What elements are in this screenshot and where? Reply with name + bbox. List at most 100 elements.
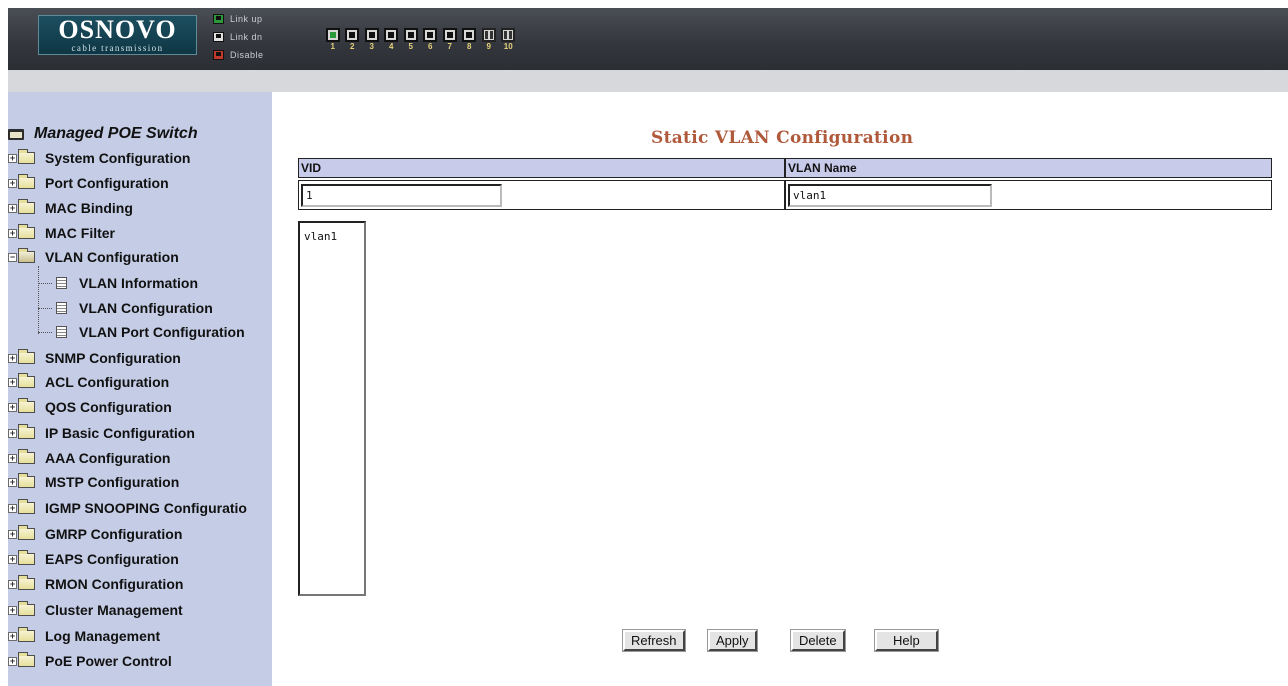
- ethernet-port-icon: [384, 28, 399, 42]
- sidebar-item-label: QOS Configuration: [45, 399, 172, 415]
- sidebar-subitem-vlan-port-configuration[interactable]: VLAN Port Configuration: [38, 322, 245, 342]
- folder-icon: [18, 550, 35, 565]
- sidebar-subitem-vlan-configuration[interactable]: VLAN Configuration: [38, 298, 213, 318]
- sidebar-item-label: Port Configuration: [45, 175, 169, 191]
- port-2[interactable]: 2: [343, 28, 363, 51]
- tree-root-label: Managed POE Switch: [34, 125, 198, 142]
- sidebar-item-mac-binding[interactable]: + MAC Binding: [8, 198, 133, 218]
- expand-plus-icon[interactable]: +: [8, 632, 17, 641]
- sidebar-item-label: ACL Configuration: [45, 374, 170, 390]
- sidebar-item-gmrp-configuration[interactable]: + GMRP Configuration: [8, 524, 182, 544]
- vlan-name-cell: [785, 180, 1272, 210]
- collapse-minus-icon[interactable]: −: [8, 253, 17, 262]
- column-header-vid: VID: [298, 158, 785, 178]
- sidebar-item-qos-configuration[interactable]: + QOS Configuration: [8, 397, 172, 417]
- sidebar-item-port-configuration[interactable]: + Port Configuration: [8, 173, 169, 193]
- port-6[interactable]: 6: [421, 28, 441, 51]
- expand-plus-icon[interactable]: +: [8, 403, 17, 412]
- sidebar-item-label: Cluster Management: [45, 602, 183, 618]
- sidebar-item-aaa-configuration[interactable]: + AAA Configuration: [8, 448, 170, 468]
- tree-root[interactable]: Managed POE Switch: [8, 124, 198, 144]
- sidebar-item-rmon-configuration[interactable]: + RMON Configuration: [8, 574, 183, 594]
- port-number: 9: [486, 42, 491, 51]
- port-status-legend: Link up Link dn Disable: [213, 11, 293, 65]
- folder-icon: [18, 525, 35, 540]
- sidebar-item-log-management[interactable]: + Log Management: [8, 626, 160, 646]
- expand-plus-icon[interactable]: +: [8, 378, 17, 387]
- port-5[interactable]: 5: [401, 28, 421, 51]
- expand-plus-icon[interactable]: +: [8, 229, 17, 238]
- port-number: 2: [350, 42, 355, 51]
- folder-icon: [18, 449, 35, 464]
- expand-plus-icon[interactable]: +: [8, 580, 17, 589]
- folder-icon: [18, 174, 35, 189]
- fiber-port-icon: [501, 28, 516, 42]
- tree-connector: [38, 307, 52, 309]
- logo-sub-text: cable transmission: [71, 43, 164, 53]
- port-number: 4: [389, 42, 394, 51]
- vlan-name-input[interactable]: [788, 184, 992, 207]
- port-8[interactable]: 8: [460, 28, 480, 51]
- sidebar-subitem-vlan-information[interactable]: VLAN Information: [38, 273, 198, 293]
- ethernet-port-icon: [462, 28, 477, 42]
- sidebar-item-snmp-configuration[interactable]: + SNMP Configuration: [8, 348, 181, 368]
- expand-plus-icon[interactable]: +: [8, 454, 17, 463]
- port-7[interactable]: 7: [440, 28, 460, 51]
- sidebar-item-cluster-management[interactable]: + Cluster Management: [8, 600, 183, 620]
- port-3[interactable]: 3: [362, 28, 382, 51]
- vlan-listbox[interactable]: vlan1: [298, 221, 366, 596]
- refresh-button[interactable]: Refresh: [622, 629, 686, 652]
- ethernet-port-icon: [423, 28, 438, 42]
- expand-plus-icon[interactable]: +: [8, 429, 17, 438]
- delete-button[interactable]: Delete: [790, 629, 846, 652]
- port-9[interactable]: 9: [479, 28, 499, 51]
- port-1[interactable]: 1: [323, 28, 343, 51]
- sidebar-item-igmp-snooping-configuration[interactable]: + IGMP SNOOPING Configuratio: [8, 498, 247, 518]
- sidebar-item-system-configuration[interactable]: + System Configuration: [8, 148, 190, 168]
- folder-icon: [18, 149, 35, 164]
- port-number: 1: [330, 42, 335, 51]
- expand-plus-icon[interactable]: +: [8, 154, 17, 163]
- expand-plus-icon[interactable]: +: [8, 504, 17, 513]
- sidebar-item-label: PoE Power Control: [45, 653, 172, 669]
- ethernet-port-icon: [403, 28, 418, 42]
- document-icon: [56, 302, 67, 314]
- folder-icon: [18, 575, 35, 590]
- sidebar-item-mstp-configuration[interactable]: + MSTP Configuration: [8, 472, 179, 492]
- sidebar-item-label: AAA Configuration: [45, 450, 171, 466]
- link-down-icon: [213, 31, 224, 42]
- expand-plus-icon[interactable]: +: [8, 555, 17, 564]
- help-button[interactable]: Help: [874, 629, 939, 652]
- logo-main-text: OSNOVO: [58, 15, 177, 44]
- folder-icon: [18, 473, 35, 488]
- sidebar-item-label: VLAN Configuration: [45, 249, 179, 265]
- sidebar-item-acl-configuration[interactable]: + ACL Configuration: [8, 372, 169, 392]
- folder-icon: [18, 349, 35, 364]
- vid-input[interactable]: [301, 184, 502, 207]
- expand-plus-icon[interactable]: +: [8, 657, 17, 666]
- page-title: Static VLAN Configuration: [651, 128, 914, 148]
- apply-button[interactable]: Apply: [707, 629, 758, 652]
- vlan-list-option[interactable]: vlan1: [300, 223, 364, 243]
- sidebar-item-ip-basic-configuration[interactable]: + IP Basic Configuration: [8, 423, 195, 443]
- sidebar-item-eaps-configuration[interactable]: + EAPS Configuration: [8, 549, 179, 569]
- sidebar-item-label: GMRP Configuration: [45, 526, 183, 542]
- document-icon: [56, 326, 67, 338]
- expand-plus-icon[interactable]: +: [8, 354, 17, 363]
- sidebar-item-mac-filter[interactable]: + MAC Filter: [8, 223, 115, 243]
- port-10[interactable]: 10: [499, 28, 519, 51]
- sidebar-tree: Managed POE Switch + System Configuratio…: [8, 92, 272, 686]
- folder-icon: [18, 373, 35, 388]
- legend-label: Link up: [230, 13, 263, 24]
- expand-plus-icon[interactable]: +: [8, 606, 17, 615]
- expand-plus-icon[interactable]: +: [8, 179, 17, 188]
- sidebar-item-poe-power-control[interactable]: + PoE Power Control: [8, 651, 172, 671]
- ethernet-port-icon: [325, 28, 340, 42]
- expand-plus-icon[interactable]: +: [8, 204, 17, 213]
- folder-icon: [18, 652, 35, 667]
- expand-plus-icon[interactable]: +: [8, 478, 17, 487]
- legend-disable: Disable: [213, 47, 293, 62]
- port-4[interactable]: 4: [382, 28, 402, 51]
- sidebar-item-vlan-configuration[interactable]: − VLAN Configuration: [8, 247, 179, 267]
- expand-plus-icon[interactable]: +: [8, 530, 17, 539]
